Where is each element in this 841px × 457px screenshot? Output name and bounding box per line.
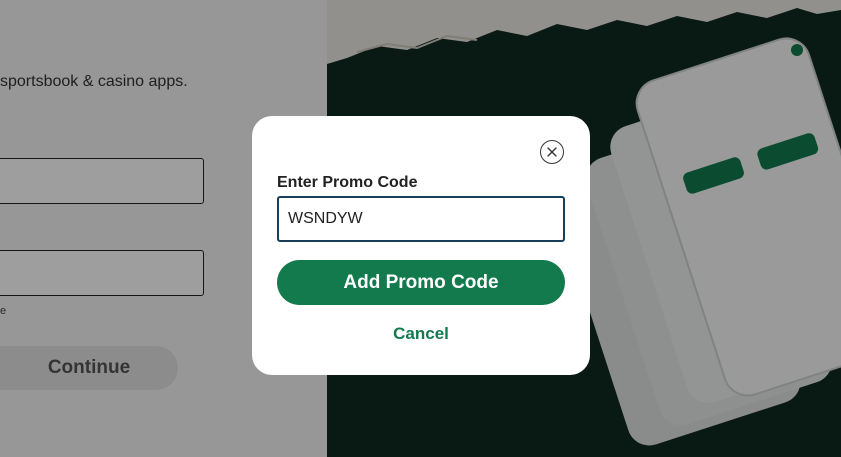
promo-code-label: Enter Promo Code: [277, 174, 418, 191]
promo-code-input[interactable]: [277, 196, 565, 242]
close-button[interactable]: [540, 140, 564, 164]
promo-code-modal: Enter Promo Code Add Promo Code Cancel: [252, 116, 590, 375]
add-promo-code-button[interactable]: Add Promo Code: [277, 260, 565, 305]
close-icon: [547, 147, 557, 157]
cancel-link[interactable]: Cancel: [252, 324, 590, 344]
